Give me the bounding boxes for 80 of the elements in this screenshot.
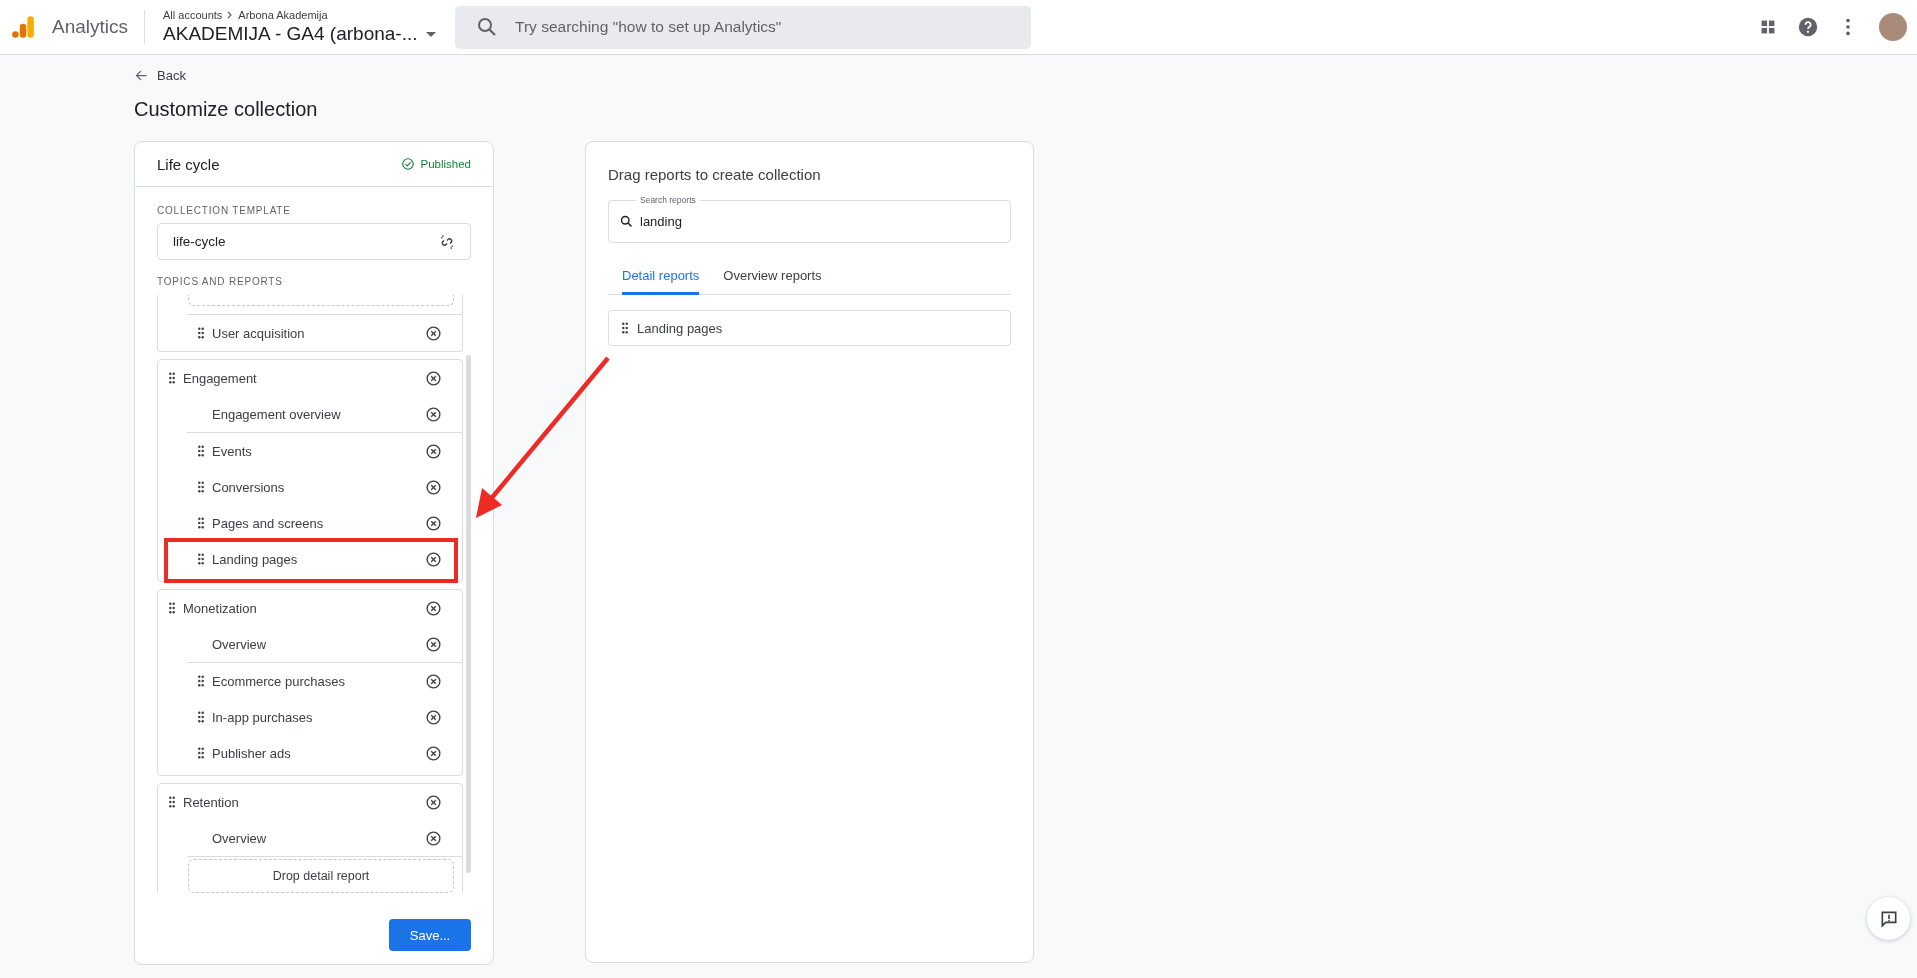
- drag-handle-icon[interactable]: [197, 481, 205, 493]
- section-label: TOPICS AND REPORTS: [157, 275, 284, 289]
- drag-handle-icon[interactable]: [168, 372, 176, 384]
- published-status: Published: [401, 157, 471, 171]
- report-row[interactable]: Conversions: [187, 469, 462, 505]
- report-name: Publisher ads: [212, 745, 292, 761]
- drag-handle-icon[interactable]: [168, 602, 176, 614]
- drag-handle-icon[interactable]: [197, 517, 205, 529]
- report-name: Conversions: [212, 479, 286, 495]
- page-title: Customize collection: [134, 97, 319, 122]
- report-name: Events: [212, 443, 253, 459]
- remove-icon[interactable]: [425, 744, 442, 762]
- drag-handle-icon[interactable]: [197, 711, 205, 723]
- drag-handle-icon[interactable]: [197, 675, 205, 687]
- topic-row[interactable]: Retention: [158, 784, 462, 820]
- remove-icon[interactable]: [425, 324, 442, 342]
- save-button[interactable]: Save...: [389, 919, 471, 951]
- scrollbar[interactable]: [466, 355, 471, 873]
- report-name: Overview: [212, 636, 268, 652]
- caret-icon: [425, 31, 436, 37]
- breadcrumb-item[interactable]: All accounts: [163, 9, 223, 21]
- breadcrumb-item[interactable]: Arbona Akademija: [238, 9, 328, 21]
- report-name: Ecommerce purchases: [212, 673, 346, 689]
- report-row[interactable]: Ecommerce purchases: [187, 663, 462, 699]
- drop-zone: Drop detail report: [188, 859, 454, 893]
- panel-title: Drag reports to create collection: [608, 166, 822, 184]
- report-row[interactable]: Landing pages: [608, 310, 1011, 346]
- remove-icon[interactable]: [425, 405, 442, 423]
- remove-icon[interactable]: [425, 550, 442, 568]
- drag-handle-icon[interactable]: [197, 327, 205, 339]
- report-row[interactable]: Landing pages: [187, 541, 462, 577]
- back-link[interactable]: Back: [134, 68, 186, 83]
- topic-title: Engagement: [183, 370, 258, 386]
- report-name: Landing pages: [212, 551, 299, 567]
- feedback-button[interactable]: [1867, 897, 1910, 940]
- collection-name: Life cycle: [157, 155, 220, 173]
- help-icon[interactable]: [1797, 16, 1819, 38]
- user-avatar[interactable]: [1879, 13, 1907, 41]
- tab[interactable]: Overview reports: [723, 259, 822, 295]
- remove-icon[interactable]: [425, 635, 442, 653]
- arrow-left-icon: [134, 68, 149, 83]
- remove-icon[interactable]: [425, 514, 442, 532]
- report-row[interactable]: Events: [187, 433, 462, 469]
- drag-handle-icon[interactable]: [168, 796, 176, 808]
- remove-icon[interactable]: [425, 829, 442, 847]
- report-name: Overview: [212, 830, 268, 846]
- drag-handle-icon[interactable]: [197, 747, 205, 759]
- report-row[interactable]: In-app purchases: [187, 699, 462, 735]
- remove-icon[interactable]: [425, 369, 442, 387]
- analytics-logo-icon[interactable]: [10, 14, 36, 40]
- template-field[interactable]: life-cycle: [157, 223, 471, 260]
- remove-icon[interactable]: [425, 672, 442, 690]
- report-row[interactable]: Publisher ads: [187, 735, 462, 771]
- report-name: In-app purchases: [212, 709, 314, 725]
- remove-icon[interactable]: [425, 708, 442, 726]
- remove-icon[interactable]: [425, 599, 442, 617]
- remove-icon[interactable]: [425, 793, 442, 811]
- remove-icon[interactable]: [425, 478, 442, 496]
- report-name: User acquisition: [212, 325, 306, 341]
- report-name: Engagement overview: [212, 406, 342, 422]
- unlink-icon[interactable]: [438, 232, 456, 251]
- property-selector[interactable]: AKADEMIJA - GA4 (arbona-...: [163, 23, 456, 45]
- topic-title: Monetization: [183, 600, 258, 616]
- remove-icon[interactable]: [425, 442, 442, 460]
- search-icon: [619, 214, 634, 229]
- drag-handle-icon[interactable]: [621, 322, 629, 334]
- report-row[interactable]: User acquisition: [187, 314, 462, 351]
- report-row[interactable]: Overview: [187, 820, 462, 857]
- topic-row[interactable]: Engagement: [158, 360, 462, 396]
- topic-title: Retention: [183, 794, 240, 810]
- report-row[interactable]: Pages and screens: [187, 505, 462, 541]
- report-name: Pages and screens: [212, 515, 325, 531]
- section-label: COLLECTION TEMPLATE: [157, 204, 292, 218]
- topic-row[interactable]: Monetization: [158, 590, 462, 626]
- drag-handle-icon[interactable]: [197, 445, 205, 457]
- product-name: Analytics: [52, 16, 129, 38]
- drag-handle-icon[interactable]: [197, 553, 205, 565]
- tab[interactable]: Detail reports: [622, 259, 700, 295]
- report-name: Landing pages: [637, 320, 724, 336]
- check-circle-icon: [401, 157, 416, 171]
